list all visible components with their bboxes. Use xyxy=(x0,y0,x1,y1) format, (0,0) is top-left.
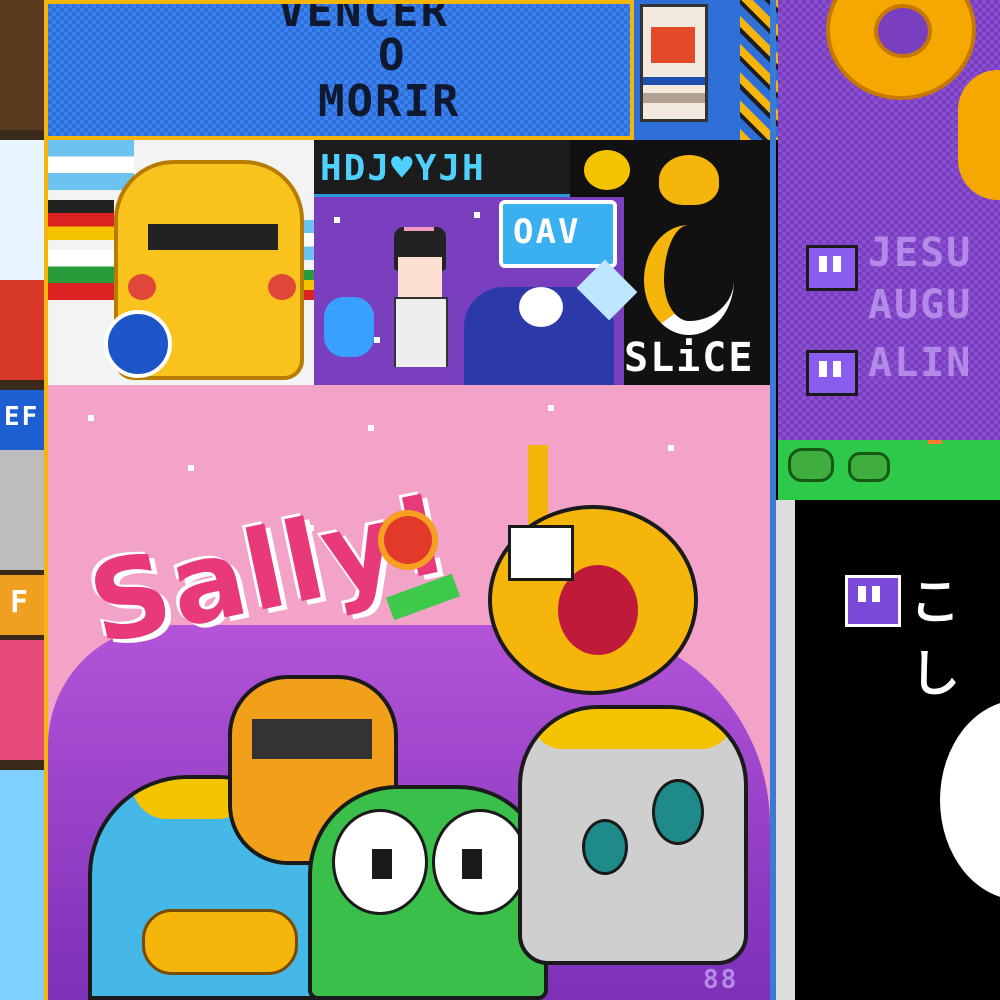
crescent-icon xyxy=(644,225,734,335)
sunglasses-icon xyxy=(252,719,372,759)
donut-icon xyxy=(826,0,976,100)
hair-tuft xyxy=(532,709,732,749)
corner-mark: 88 xyxy=(703,965,739,995)
main-art-panel: Sally! 88 xyxy=(48,385,770,1000)
pikachu-tile xyxy=(44,140,316,385)
frog-icon xyxy=(788,448,834,482)
blue-blob-icon xyxy=(324,297,374,357)
flag-icon xyxy=(44,200,114,240)
donut-icon xyxy=(958,70,1000,200)
pixel-art-canvas: EF F VENCER O MORIR JESU AUGU ALIN こし HD… xyxy=(0,0,1000,1000)
left-strip-tile xyxy=(0,0,48,130)
left-strip-tile xyxy=(0,140,48,280)
beak-icon xyxy=(142,909,298,975)
sunglasses-icon xyxy=(148,224,278,250)
grass-strip xyxy=(778,440,1000,500)
bird-icon xyxy=(584,150,630,190)
flower-icon xyxy=(378,510,438,570)
left-strip: EF F xyxy=(0,0,48,1000)
flag-icon xyxy=(44,140,134,190)
left-strip-tile: F xyxy=(0,575,48,635)
divider xyxy=(44,0,48,1000)
left-strip-tile: EF xyxy=(0,390,48,450)
cheek-icon xyxy=(128,274,156,300)
gray-dog-character xyxy=(518,705,748,965)
character-icon xyxy=(384,227,454,367)
black-panel-label: こし xyxy=(910,573,962,703)
heart-icon xyxy=(659,155,719,205)
twitch-icon xyxy=(845,575,901,627)
left-strip-tile xyxy=(0,450,48,570)
gray-block xyxy=(775,500,795,1000)
slice-label: SLiCE xyxy=(624,335,755,381)
twitch-icon xyxy=(806,350,858,396)
twitch-icon xyxy=(806,245,858,291)
banner-line-2: O xyxy=(378,30,407,81)
left-strip-tile xyxy=(0,280,48,380)
streamers-header-text: HDJ♥YJH xyxy=(320,148,486,189)
pig-icon xyxy=(404,227,434,231)
cheek-icon xyxy=(268,274,296,300)
pokeball-icon xyxy=(104,310,172,378)
twitch-panel-line-2: AUGU xyxy=(868,282,973,328)
crown-knight-icon xyxy=(468,445,718,705)
streamers-box: HDJ♥YJH OAV SLiCE xyxy=(314,140,770,385)
flag-icon xyxy=(44,250,114,300)
jar-sprite xyxy=(634,0,744,140)
eye-icon xyxy=(582,819,628,875)
speech-bubble: OAV xyxy=(499,200,617,268)
banner-line-1: VENCER xyxy=(278,0,449,37)
twitch-panel-line-3: ALIN xyxy=(868,340,973,386)
flower-icon xyxy=(928,440,942,444)
streamers-header: HDJ♥YJH xyxy=(314,140,570,197)
left-strip-fragment: F xyxy=(10,585,31,620)
left-strip-fragment: EF xyxy=(4,402,40,432)
twitch-panel: JESU AUGU ALIN xyxy=(778,0,1000,500)
speech-bubble-text: OAV xyxy=(513,212,581,252)
frog-character xyxy=(308,785,548,1000)
left-strip-tile xyxy=(0,640,48,760)
eye-icon xyxy=(652,779,704,845)
crown-icon xyxy=(272,675,362,679)
top-banner: VENCER O MORIR xyxy=(44,0,634,140)
black-panel: こし xyxy=(775,500,1000,1000)
banner-line-3: MORIR xyxy=(318,76,461,127)
jar-icon xyxy=(640,4,708,122)
twitch-panel-line-1: JESU xyxy=(868,230,973,276)
moon-shape xyxy=(940,700,1000,900)
bunny-icon xyxy=(519,287,563,327)
left-strip-tile xyxy=(0,770,48,1000)
divider xyxy=(770,0,776,1000)
frog-icon xyxy=(848,452,890,482)
